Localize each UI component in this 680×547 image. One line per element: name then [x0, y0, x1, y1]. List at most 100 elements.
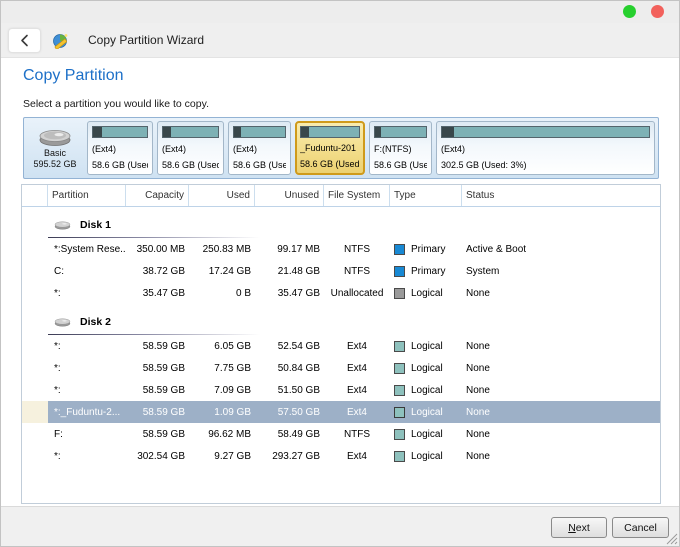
column-header-capacity[interactable]: Capacity: [126, 185, 189, 206]
cell-status: None: [462, 401, 660, 423]
table-row[interactable]: *: 58.59 GB 7.09 GB 51.50 GB Ext4 Logica…: [22, 379, 660, 401]
column-header-filesystem[interactable]: File System: [324, 185, 390, 206]
type-label: Logical: [411, 451, 443, 462]
partition-label: (Ext4): [92, 144, 148, 155]
cell-used: 1.09 GB: [189, 401, 255, 423]
column-header-type[interactable]: Type: [390, 185, 462, 206]
disk-map: Basic 595.52 GB (Ext4) 58.6 GB (Used (Ex…: [23, 117, 659, 179]
cell-capacity: 38.72 GB: [126, 260, 189, 282]
partition-size: 58.6 GB (Used: [374, 160, 427, 171]
type-color-swatch: [394, 288, 405, 299]
partition-block-4-selected[interactable]: _Fuduntu-201 58.6 GB (Used: [295, 121, 365, 175]
back-chevron-icon: [20, 34, 29, 47]
disk-size-label: 595.52 GB: [33, 159, 76, 170]
cell-partition: *:: [48, 282, 126, 304]
window-control-green[interactable]: [623, 5, 636, 18]
partition-label: _Fuduntu-201: [300, 143, 360, 154]
table-header: Partition Capacity Used Unused File Syst…: [22, 185, 660, 207]
column-header-used[interactable]: Used: [189, 185, 255, 206]
cell-unused: 50.84 GB: [255, 357, 324, 379]
cell-type: Primary: [390, 260, 462, 282]
table-row[interactable]: *: 58.59 GB 7.75 GB 50.84 GB Ext4 Logica…: [22, 357, 660, 379]
cell-status: None: [462, 335, 660, 357]
partition-usage-fill: [442, 127, 454, 137]
cell-capacity: 58.59 GB: [126, 357, 189, 379]
table-row[interactable]: *: 58.59 GB 6.05 GB 52.54 GB Ext4 Logica…: [22, 335, 660, 357]
disk-group-underline: [48, 237, 260, 238]
partition-size: 58.6 GB (Used: [92, 160, 148, 171]
table-row[interactable]: *:System Rese... 350.00 MB 250.83 MB 99.…: [22, 238, 660, 260]
cell-unused: 58.49 GB: [255, 423, 324, 445]
cell-used: 6.05 GB: [189, 335, 255, 357]
type-color-swatch: [394, 451, 405, 462]
cancel-button[interactable]: Cancel: [612, 517, 669, 538]
wizard-content: Copy Partition Select a partition you wo…: [1, 58, 679, 507]
cell-used: 7.75 GB: [189, 357, 255, 379]
table-row[interactable]: *: 302.54 GB 9.27 GB 293.27 GB Ext4 Logi…: [22, 445, 660, 467]
cell-filesystem: Ext4: [324, 335, 390, 357]
partition-block-5[interactable]: F:(NTFS) 58.6 GB (Used: [369, 121, 432, 175]
cell-capacity: 58.59 GB: [126, 335, 189, 357]
type-label: Primary: [411, 266, 445, 277]
type-label: Logical: [411, 341, 443, 352]
partition-usage-bar: [92, 126, 148, 138]
type-color-swatch: [394, 244, 405, 255]
partition-block-2[interactable]: (Ext4) 58.6 GB (Used: [157, 121, 224, 175]
partition-block-1[interactable]: (Ext4) 58.6 GB (Used: [87, 121, 153, 175]
column-header-unused[interactable]: Unused: [255, 185, 324, 206]
table-row[interactable]: F: 58.59 GB 96.62 MB 58.49 GB NTFS Logic…: [22, 423, 660, 445]
column-header-status[interactable]: Status: [462, 185, 660, 206]
copy-partition-wizard-window: Copy Partition Wizard Copy Partition Sel…: [0, 0, 680, 547]
cell-partition: *:: [48, 335, 126, 357]
cell-capacity: 35.47 GB: [126, 282, 189, 304]
cell-filesystem: NTFS: [324, 238, 390, 260]
partition-usage-bar: [441, 126, 650, 138]
partition-size: 58.6 GB (Used: [300, 159, 360, 170]
partition-usage-fill: [375, 127, 381, 137]
cell-filesystem: NTFS: [324, 260, 390, 282]
partition-usage-bar: [233, 126, 286, 138]
resize-grip[interactable]: [665, 532, 678, 545]
partition-table: Partition Capacity Used Unused File Syst…: [21, 184, 661, 504]
partition-usage-fill: [93, 127, 102, 137]
cell-partition: *:: [48, 379, 126, 401]
disk-map-disk-cell[interactable]: Basic 595.52 GB: [27, 121, 83, 175]
column-header-partition[interactable]: Partition: [48, 185, 126, 206]
table-row[interactable]: C: 38.72 GB 17.24 GB 21.48 GB NTFS Prima…: [22, 260, 660, 282]
cell-status: None: [462, 357, 660, 379]
window-control-red[interactable]: [651, 5, 664, 18]
table-row[interactable]: *: 35.47 GB 0 B 35.47 GB Unallocated Log…: [22, 282, 660, 304]
cell-type: Logical: [390, 423, 462, 445]
type-color-swatch: [394, 407, 405, 418]
disk-group-header: Disk 2: [22, 309, 660, 335]
cell-unused: 21.48 GB: [255, 260, 324, 282]
partition-block-3[interactable]: (Ext4) 58.6 GB (Used: [228, 121, 291, 175]
cell-filesystem: Unallocated: [324, 282, 390, 304]
type-color-swatch: [394, 266, 405, 277]
cell-filesystem: NTFS: [324, 423, 390, 445]
partition-usage-fill: [301, 127, 309, 137]
partition-size: 58.6 GB (Used: [233, 160, 286, 171]
type-label: Logical: [411, 407, 443, 418]
disk-group-header: Disk 1: [22, 212, 660, 238]
disk-group-name: Disk 1: [80, 219, 111, 231]
partition-size: 58.6 GB (Used: [162, 160, 219, 171]
cell-used: 7.09 GB: [189, 379, 255, 401]
cell-status: System: [462, 260, 660, 282]
table-row-selected[interactable]: *:_Fuduntu-2... 58.59 GB 1.09 GB 57.50 G…: [22, 401, 660, 423]
back-button[interactable]: [8, 28, 41, 53]
cell-status: None: [462, 379, 660, 401]
partition-size: 302.5 GB (Used: 3%): [441, 160, 650, 171]
cell-type: Logical: [390, 401, 462, 423]
partition-usage-bar: [300, 126, 360, 138]
wizard-title: Copy Partition Wizard: [88, 33, 204, 47]
partition-block-6[interactable]: (Ext4) 302.5 GB (Used: 3%): [436, 121, 655, 175]
cell-type: Logical: [390, 282, 462, 304]
column-header-blank[interactable]: [22, 185, 48, 206]
cell-type: Logical: [390, 357, 462, 379]
type-label: Logical: [411, 288, 443, 299]
next-button[interactable]: Next: [551, 517, 607, 538]
cell-used: 17.24 GB: [189, 260, 255, 282]
hard-disk-icon: [36, 126, 74, 148]
type-color-swatch: [394, 429, 405, 440]
